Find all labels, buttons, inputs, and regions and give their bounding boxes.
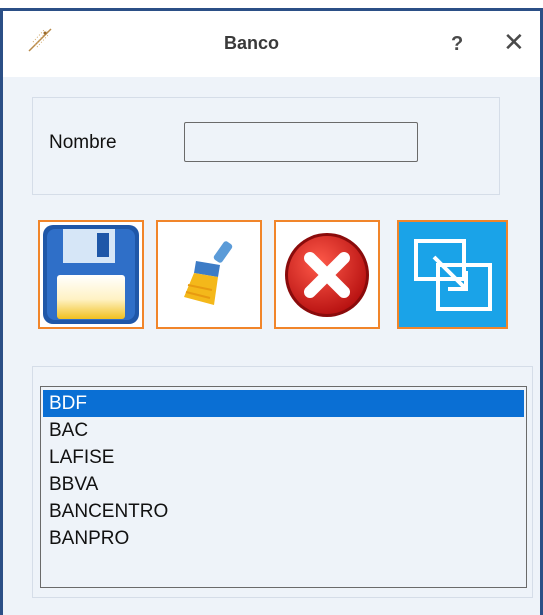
banks-panel: BDF BAC LAFISE BBVA BANCENTRO BANPRO (32, 366, 533, 598)
nombre-input[interactable] (184, 122, 418, 162)
list-item[interactable]: BBVA (43, 471, 524, 498)
banco-window: Banco ? ✕ Nombre BDF BAC LAFISE BBVA BAN… (0, 8, 543, 615)
list-item[interactable]: BAC (43, 417, 524, 444)
floppy-disk-icon (43, 225, 139, 324)
list-item[interactable]: BANPRO (43, 525, 524, 552)
nombre-panel: Nombre (32, 97, 500, 195)
red-x-icon (285, 232, 369, 317)
clear-button[interactable] (156, 220, 262, 329)
list-item[interactable]: BANCENTRO (43, 498, 524, 525)
title-bar: Banco ? ✕ (3, 11, 540, 77)
banks-listbox[interactable]: BDF BAC LAFISE BBVA BANCENTRO BANPRO (40, 386, 527, 588)
window-title: Banco (223, 33, 279, 53)
nombre-label: Nombre (49, 132, 117, 153)
list-item[interactable]: BDF (43, 390, 524, 417)
list-item[interactable]: LAFISE (43, 444, 524, 471)
help-button[interactable]: ? (451, 33, 463, 56)
windows-arrow-icon (413, 238, 492, 311)
select-button[interactable] (397, 220, 508, 329)
close-button[interactable]: ✕ (503, 29, 525, 55)
broom-icon (184, 240, 233, 305)
cancel-button[interactable] (274, 220, 380, 329)
save-button[interactable] (38, 220, 144, 329)
